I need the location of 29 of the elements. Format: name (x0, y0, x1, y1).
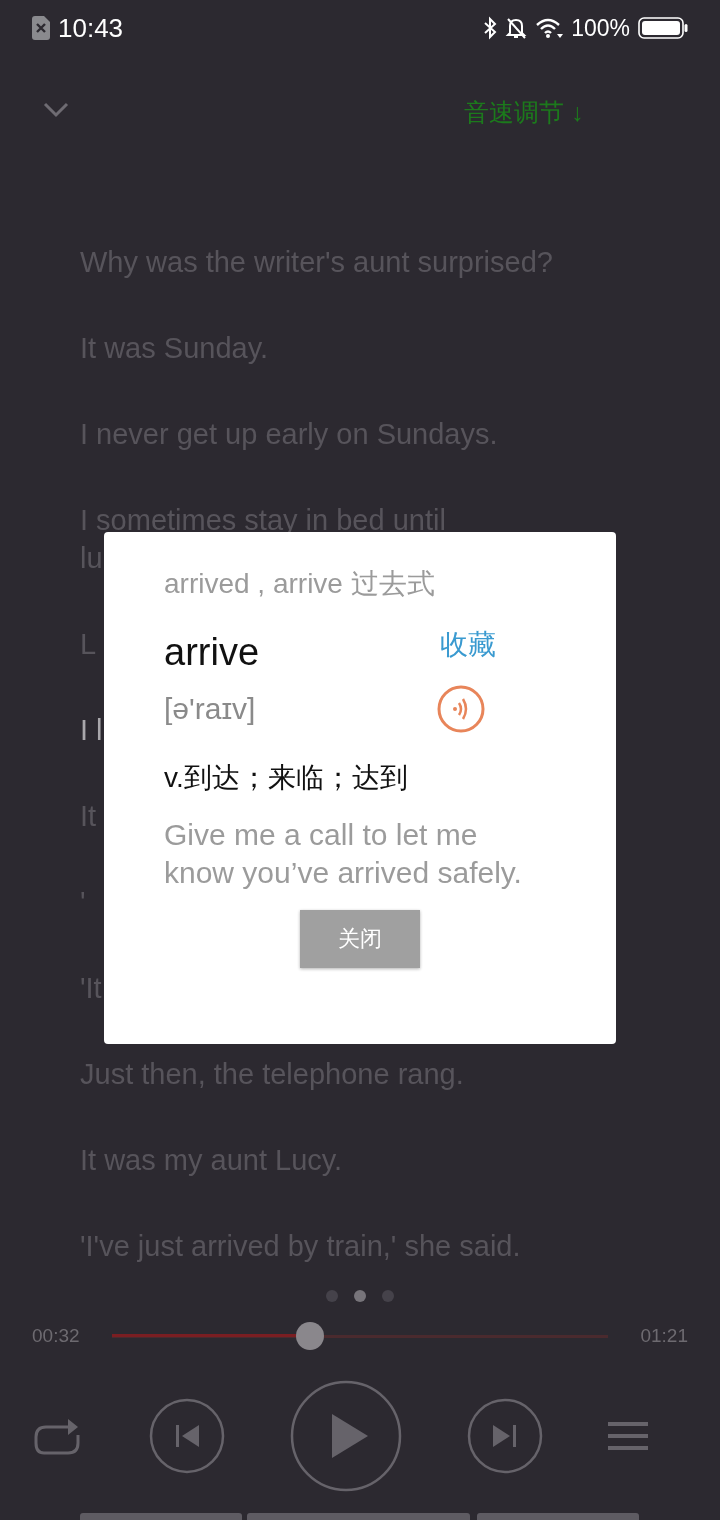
battery-percent: 100% (571, 14, 630, 42)
example-sentence: Give me a call to let me know you’ve arrived safely. (164, 817, 523, 891)
transcript-line[interactable]: ' (80, 883, 86, 921)
page-dot[interactable] (326, 1290, 338, 1302)
close-button[interactable]: 关闭 (300, 910, 420, 968)
previous-track-icon[interactable] (149, 1398, 225, 1474)
definition-text: v.到达；来临；达到 (164, 761, 409, 795)
clock-time: 10:43 (58, 12, 124, 44)
phonetic-text: [ə'raɪv] (164, 691, 256, 727)
total-duration: 01:21 (640, 1325, 688, 1347)
play-icon[interactable] (290, 1380, 402, 1492)
speed-adjust-button[interactable]: 音速调节 ↓ (464, 96, 584, 129)
progress-thumb[interactable] (296, 1322, 325, 1350)
muted-bell-icon (505, 16, 528, 40)
transcript-line[interactable]: I l (80, 711, 103, 749)
battery-icon (638, 17, 688, 39)
headword: arrive (164, 630, 260, 675)
favorite-button[interactable]: 收藏 (440, 626, 496, 664)
collapse-chevron-icon[interactable] (43, 102, 69, 118)
wifi-icon (535, 17, 564, 39)
page-dot[interactable] (382, 1290, 394, 1302)
next-track-icon[interactable] (467, 1398, 543, 1474)
speaker-icon[interactable] (436, 684, 486, 734)
bluetooth-icon (483, 16, 498, 40)
page-dot[interactable] (354, 1290, 366, 1302)
menu-icon[interactable] (608, 1422, 648, 1450)
word-form-note: arrived , arrive 过去式 (164, 567, 436, 601)
sim-icon (32, 16, 50, 40)
elapsed-time: 00:32 (32, 1325, 80, 1347)
